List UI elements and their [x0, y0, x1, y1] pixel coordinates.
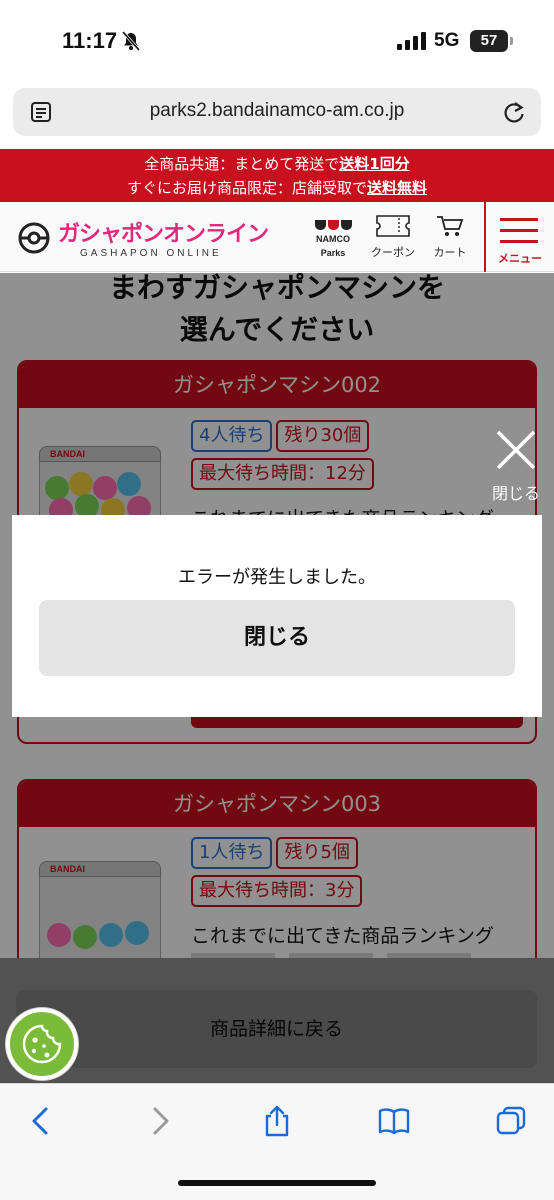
namco-parks-link[interactable]: NAMCO Parks	[310, 214, 356, 258]
close-icon	[496, 430, 536, 470]
namco-parks-icon	[310, 220, 356, 230]
promo-emph-2: 送料無料	[367, 179, 428, 197]
namco-text-1: NAMCO	[316, 234, 350, 244]
brand-logo[interactable]: ガシャポンオンライン GASHAPON ONLINE	[58, 216, 269, 259]
cookie-settings-button[interactable]	[6, 1008, 78, 1080]
status-time: 11:17	[62, 28, 118, 53]
promo-line-2: すぐにお届け商品限定：店舗受取で送料無料	[126, 179, 428, 197]
back-icon[interactable]	[24, 1104, 58, 1138]
promo-banner: 全商品共通：まとめて発送で送料1回分 すぐにお届け商品限定：店舗受取で送料無料	[0, 149, 554, 202]
capsule-logo-icon[interactable]	[18, 222, 50, 254]
tabs-icon[interactable]	[494, 1104, 528, 1138]
signal-icon	[397, 32, 426, 50]
modal-close-button[interactable]: 閉じる	[486, 426, 546, 508]
error-message: エラーが発生しました。	[178, 567, 376, 588]
brand-name: ガシャポンオンライン	[58, 222, 269, 247]
menu-label: メニュー	[498, 252, 542, 265]
promo-line-1: 全商品共通：まとめて発送で送料1回分	[144, 155, 410, 173]
hamburger-icon	[500, 218, 538, 251]
promo-emph-1: 送料1回分	[339, 155, 410, 173]
forward-icon[interactable]	[143, 1104, 177, 1138]
status-bar: 11:17 5G 57	[0, 0, 554, 84]
cart-label: カート	[433, 246, 467, 259]
brand-subtitle: GASHAPON ONLINE	[80, 248, 222, 259]
cookie-icon	[22, 1024, 62, 1064]
modal-close-label: 閉じる	[491, 484, 540, 503]
network-type: 5G	[434, 30, 460, 51]
error-dialog: エラーが発生しました。 閉じる	[12, 515, 542, 717]
cart-button[interactable]: カート	[428, 214, 472, 260]
address-bar[interactable]: parks2.bandainamco-am.co.jp	[13, 88, 541, 136]
bookmarks-icon[interactable]	[377, 1104, 411, 1138]
menu-button[interactable]: メニュー	[484, 202, 554, 272]
battery-indicator: 57	[470, 30, 513, 52]
dialog-close-button[interactable]: 閉じる	[39, 600, 515, 676]
share-icon[interactable]	[260, 1104, 294, 1138]
site-header: ガシャポンオンライン GASHAPON ONLINE NAMCO Parks ク…	[0, 202, 554, 272]
home-indicator	[178, 1180, 376, 1186]
namco-text-2: Parks	[320, 248, 346, 258]
reload-icon[interactable]	[501, 99, 527, 125]
cart-icon	[437, 216, 464, 236]
bell-slash-icon	[121, 31, 141, 51]
modal-backdrop-lower[interactable]	[0, 958, 554, 1083]
coupon-icon	[376, 215, 410, 237]
coupon-label: クーポン	[371, 246, 415, 259]
coupon-button[interactable]: クーポン	[368, 214, 418, 260]
url-text[interactable]: parks2.bandainamco-am.co.jp	[13, 100, 541, 122]
